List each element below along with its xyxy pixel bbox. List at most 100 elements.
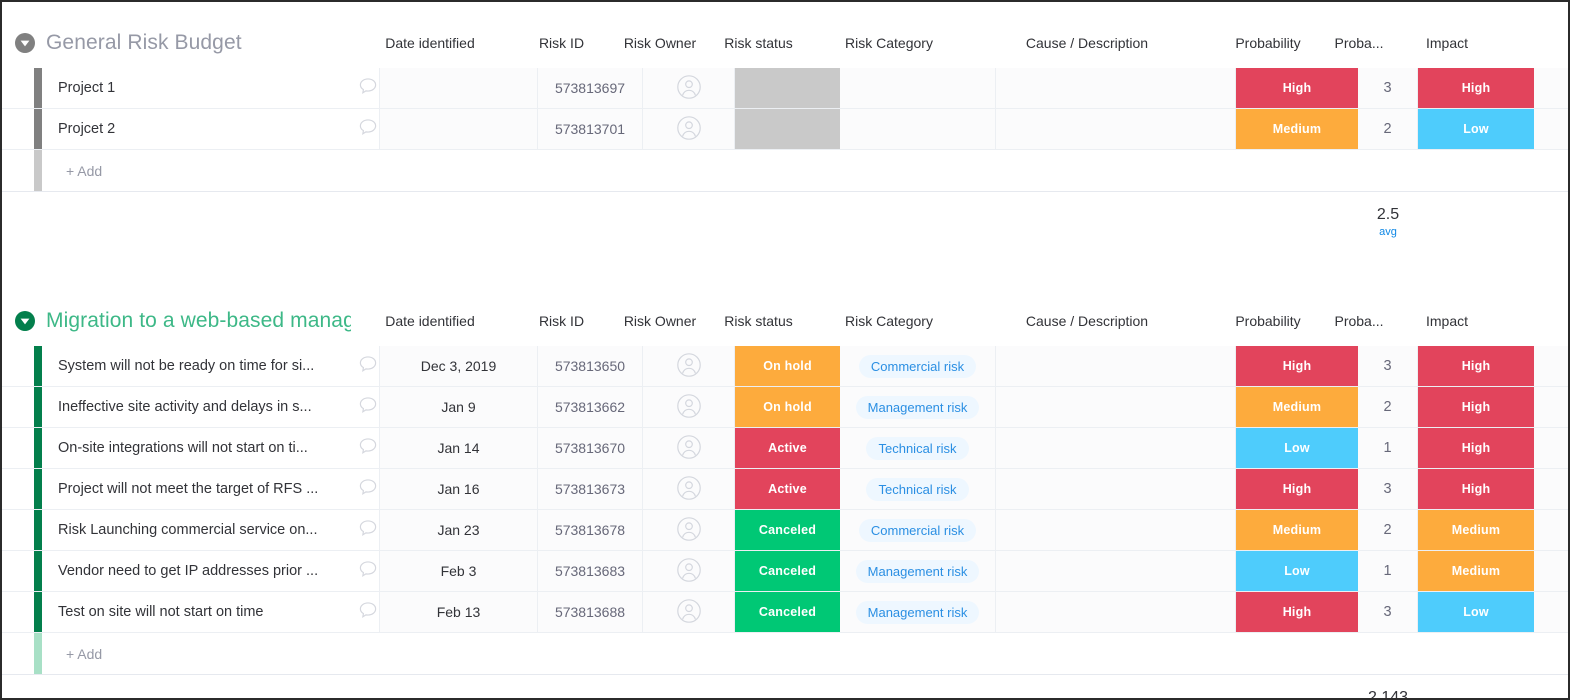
cell-item-name[interactable]: Project will not meet the target of RFS …: [42, 469, 380, 509]
cell-risk-status[interactable]: [735, 109, 840, 149]
cell-cause-description[interactable]: [996, 346, 1236, 386]
comment-bubble-icon[interactable]: [357, 477, 379, 502]
column-header-prob[interactable]: Probability: [1207, 296, 1329, 346]
column-header-owner[interactable]: Risk Owner: [614, 296, 706, 346]
group-title[interactable]: General Risk Budget: [46, 31, 351, 55]
summary-probability-avg[interactable]: 2.143avg: [1358, 675, 1418, 698]
column-header-status[interactable]: Risk status: [706, 296, 811, 346]
cell-date-identified[interactable]: Jan 14: [380, 428, 538, 468]
cell-cause-description[interactable]: [996, 109, 1236, 149]
summary-probability-avg[interactable]: 2.5 avg: [1358, 192, 1418, 252]
cell-item-name[interactable]: Risk Launching commercial service on...: [42, 510, 380, 550]
cell-risk-category[interactable]: Management risk: [840, 387, 996, 427]
collapse-toggle-general-risk-budget[interactable]: [12, 30, 38, 56]
column-header-id[interactable]: Risk ID: [509, 18, 614, 68]
comment-bubble-icon[interactable]: [357, 76, 379, 101]
cell-risk-status[interactable]: Active: [735, 428, 840, 468]
cell-cause-description[interactable]: [996, 469, 1236, 509]
cell-probability-number[interactable]: 3: [1358, 592, 1418, 632]
cell-risk-owner[interactable]: [643, 551, 735, 591]
cell-risk-id[interactable]: 573813650: [538, 346, 643, 386]
cell-risk-status[interactable]: Canceled: [735, 551, 840, 591]
comment-bubble-icon[interactable]: [357, 354, 379, 379]
cell-impact[interactable]: High: [1418, 387, 1534, 427]
cell-risk-category[interactable]: Management risk: [840, 551, 996, 591]
cell-risk-category[interactable]: Commercial risk: [840, 346, 996, 386]
cell-probability-number[interactable]: 1: [1358, 551, 1418, 591]
column-header-cat[interactable]: Risk Category: [811, 18, 967, 68]
comment-bubble-icon[interactable]: [357, 559, 379, 584]
column-header-probn[interactable]: Proba...: [1329, 296, 1389, 346]
cell-risk-id[interactable]: 573813697: [538, 68, 643, 108]
cell-probability-number[interactable]: 3: [1358, 346, 1418, 386]
cell-risk-id[interactable]: 573813688: [538, 592, 643, 632]
cell-impact[interactable]: Low: [1418, 109, 1534, 149]
cell-cause-description[interactable]: [996, 551, 1236, 591]
cell-risk-status[interactable]: Active: [735, 469, 840, 509]
cell-risk-owner[interactable]: [643, 387, 735, 427]
collapse-toggle-migration-to-a-web-based-management[interactable]: [12, 308, 38, 334]
cell-risk-id[interactable]: 573813670: [538, 428, 643, 468]
column-header-date[interactable]: Date identified: [351, 296, 509, 346]
cell-risk-status[interactable]: On hold: [735, 346, 840, 386]
cell-risk-owner[interactable]: [643, 109, 735, 149]
cell-risk-category[interactable]: Technical risk: [840, 428, 996, 468]
column-header-impact[interactable]: Impact: [1389, 18, 1505, 68]
cell-probability-number[interactable]: 2: [1358, 387, 1418, 427]
cell-impact[interactable]: High: [1418, 346, 1534, 386]
person-avatar-icon[interactable]: [676, 598, 702, 627]
comment-bubble-icon[interactable]: [357, 600, 379, 625]
person-avatar-icon[interactable]: [676, 74, 702, 103]
column-header-probn[interactable]: Proba...: [1329, 18, 1389, 68]
cell-probability[interactable]: Low: [1236, 428, 1358, 468]
person-avatar-icon[interactable]: [676, 115, 702, 144]
cell-probability[interactable]: Medium: [1236, 109, 1358, 149]
cell-probability-number[interactable]: 1: [1358, 428, 1418, 468]
cell-risk-status[interactable]: [735, 68, 840, 108]
cell-cause-description[interactable]: [996, 68, 1236, 108]
add-item-label[interactable]: + Add: [42, 150, 372, 191]
cell-date-identified[interactable]: [380, 68, 538, 108]
cell-risk-category[interactable]: [840, 68, 996, 108]
column-header-cause[interactable]: Cause / Description: [967, 18, 1207, 68]
cell-risk-owner[interactable]: [643, 346, 735, 386]
cell-probability-number[interactable]: 2: [1358, 510, 1418, 550]
cell-probability[interactable]: Medium: [1236, 510, 1358, 550]
cell-impact[interactable]: High: [1418, 469, 1534, 509]
cell-risk-status[interactable]: Canceled: [735, 510, 840, 550]
cell-probability[interactable]: High: [1236, 68, 1358, 108]
cell-risk-owner[interactable]: [643, 68, 735, 108]
column-header-status[interactable]: Risk status: [706, 18, 811, 68]
comment-bubble-icon[interactable]: [357, 518, 379, 543]
person-avatar-icon[interactable]: [676, 557, 702, 586]
cell-risk-id[interactable]: 573813662: [538, 387, 643, 427]
cell-risk-category[interactable]: [840, 109, 996, 149]
column-header-impact[interactable]: Impact: [1389, 296, 1505, 346]
comment-bubble-icon[interactable]: [357, 436, 379, 461]
cell-item-name[interactable]: On-site integrations will not start on t…: [42, 428, 380, 468]
cell-risk-category[interactable]: Technical risk: [840, 469, 996, 509]
cell-risk-category[interactable]: Management risk: [840, 592, 996, 632]
column-header-owner[interactable]: Risk Owner: [614, 18, 706, 68]
cell-item-name[interactable]: Vendor need to get IP addresses prior ..…: [42, 551, 380, 591]
cell-cause-description[interactable]: [996, 387, 1236, 427]
cell-date-identified[interactable]: [380, 109, 538, 149]
person-avatar-icon[interactable]: [676, 434, 702, 463]
cell-impact[interactable]: High: [1418, 68, 1534, 108]
cell-risk-owner[interactable]: [643, 592, 735, 632]
cell-risk-status[interactable]: On hold: [735, 387, 840, 427]
group-title[interactable]: Migration to a web-based manage...: [46, 309, 351, 333]
cell-risk-id[interactable]: 573813678: [538, 510, 643, 550]
cell-cause-description[interactable]: [996, 510, 1236, 550]
cell-item-name[interactable]: Test on site will not start on time: [42, 592, 380, 632]
cell-probability[interactable]: High: [1236, 469, 1358, 509]
person-avatar-icon[interactable]: [676, 352, 702, 381]
cell-impact[interactable]: Medium: [1418, 510, 1534, 550]
cell-risk-id[interactable]: 573813701: [538, 109, 643, 149]
cell-date-identified[interactable]: Jan 23: [380, 510, 538, 550]
cell-item-name[interactable]: Project 1: [42, 68, 380, 108]
cell-risk-owner[interactable]: [643, 428, 735, 468]
cell-risk-id[interactable]: 573813683: [538, 551, 643, 591]
cell-probability-number[interactable]: 3: [1358, 68, 1418, 108]
cell-date-identified[interactable]: Feb 3: [380, 551, 538, 591]
